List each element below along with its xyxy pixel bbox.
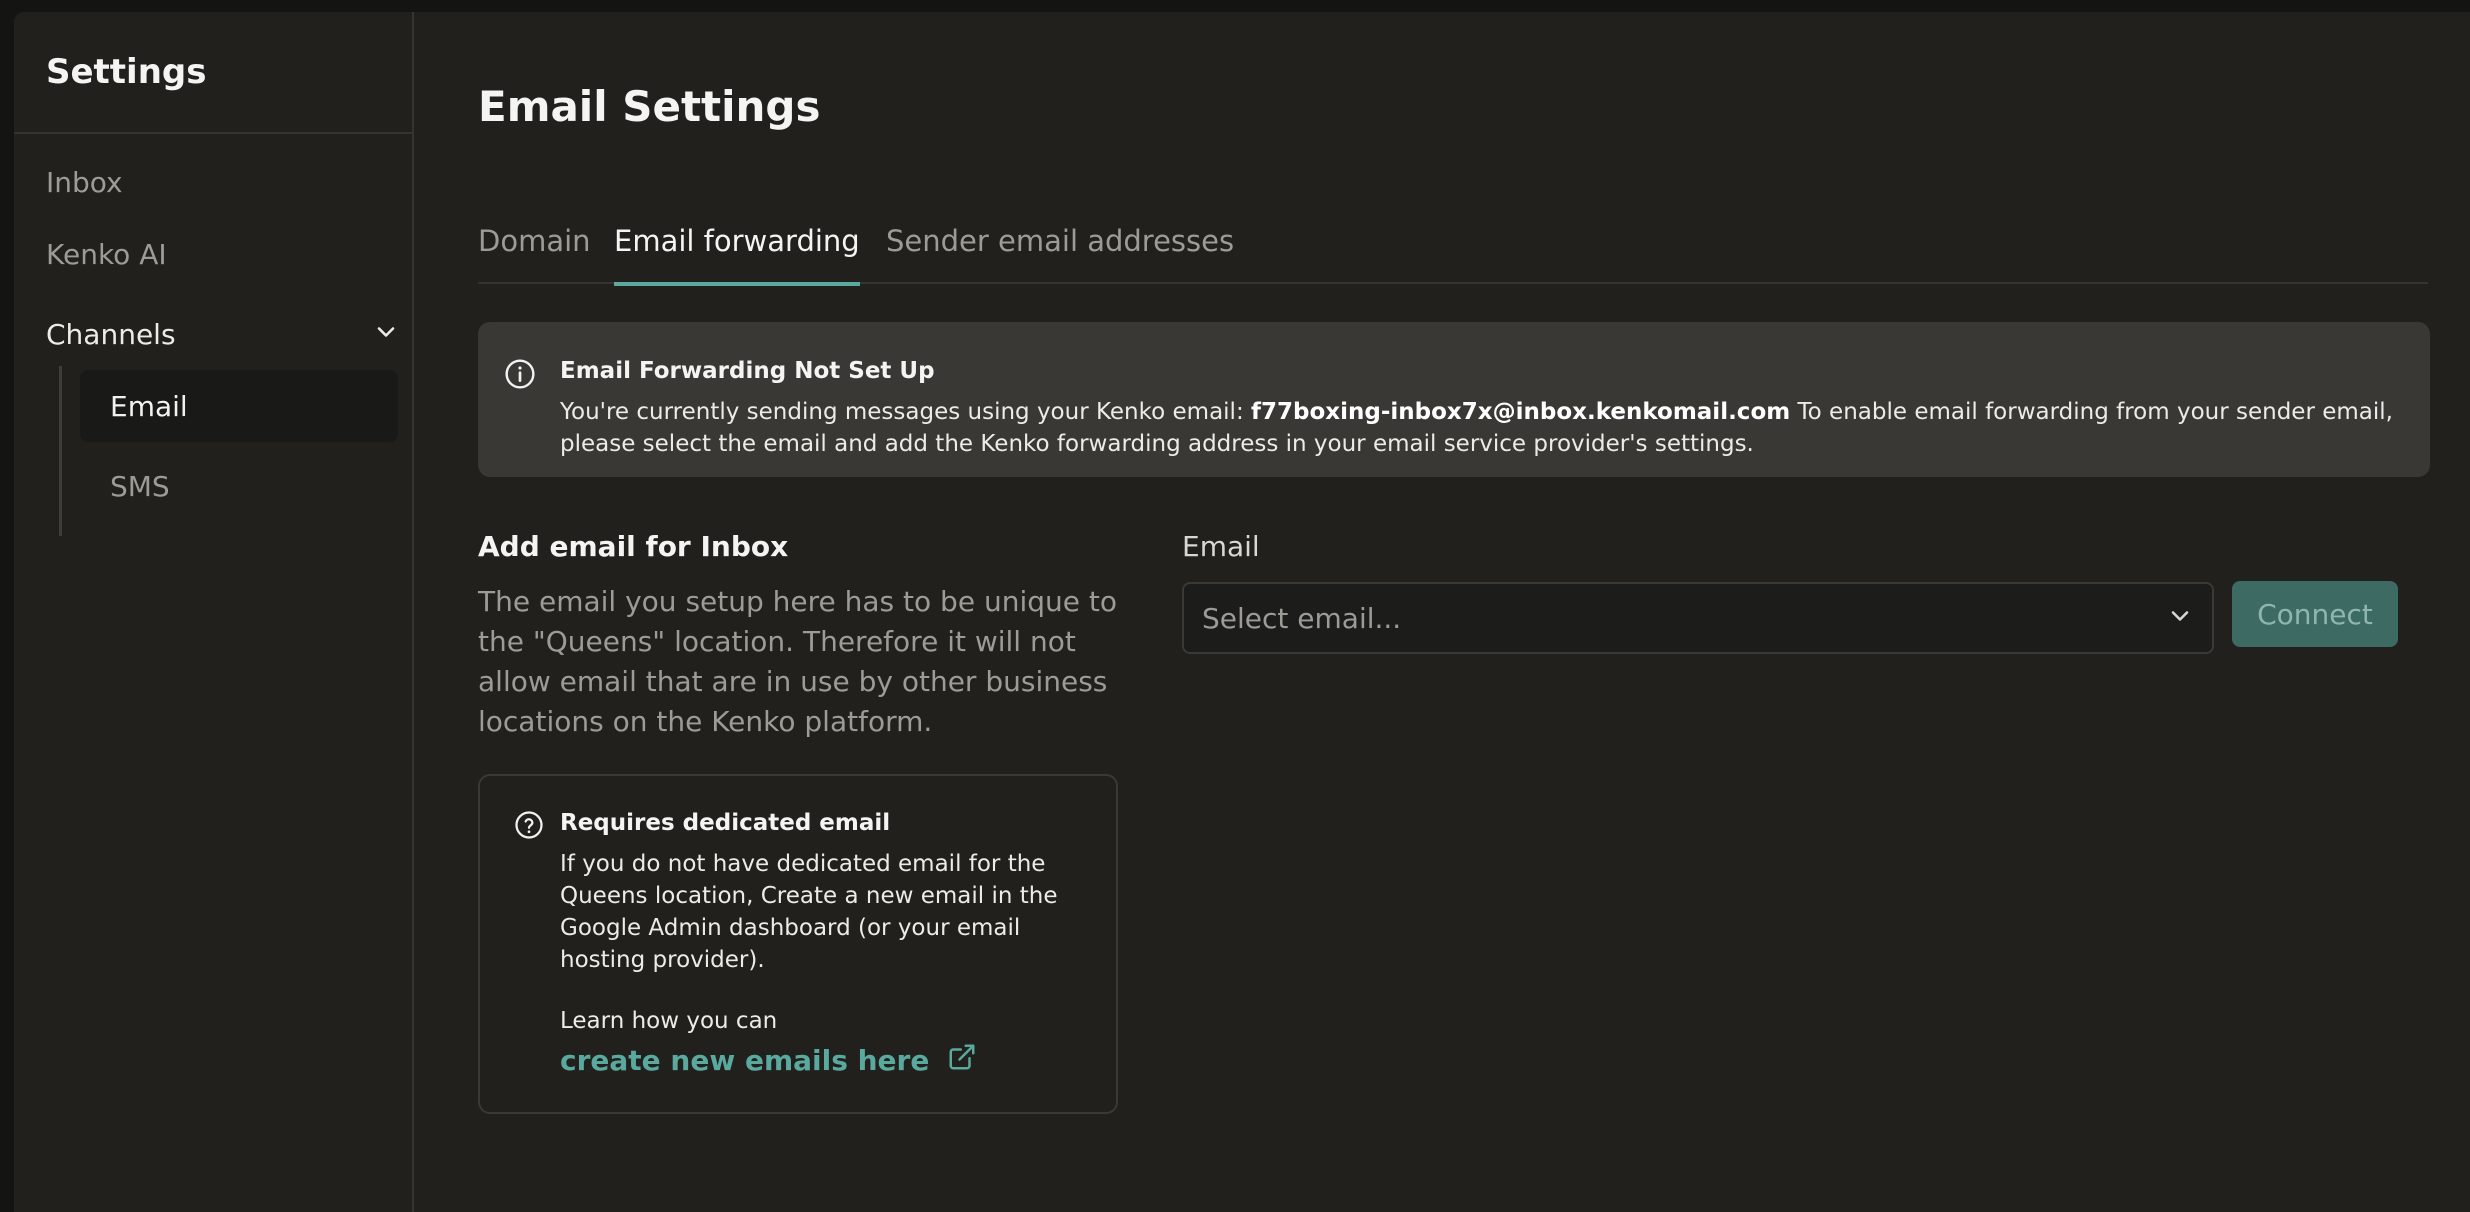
kenko-email-address: f77boxing-inbox7x@inbox.kenkomail.com (1251, 399, 1791, 425)
section-title: Add email for Inbox (478, 530, 789, 563)
info-card-title: Requires dedicated email (560, 810, 891, 836)
sidebar-item-label: Channels (46, 317, 176, 351)
connect-button[interactable]: Connect (2232, 581, 2398, 647)
forwarding-alert: Email Forwarding Not Set Up You're curre… (478, 322, 2430, 477)
alert-body-prefix: You're currently sending messages using … (560, 399, 1252, 425)
alert-title: Email Forwarding Not Set Up (560, 358, 935, 384)
sidebar-title: Settings (46, 52, 207, 92)
sidebar-item-email[interactable]: Email (80, 370, 398, 442)
alert-body: You're currently sending messages using … (560, 396, 2410, 460)
sidebar-item-inbox[interactable]: Inbox (46, 166, 123, 199)
info-icon (504, 358, 536, 390)
sidebar-item-sms[interactable]: SMS (80, 450, 398, 522)
dedicated-email-card: Requires dedicated email If you do not h… (478, 774, 1118, 1114)
email-select-placeholder: Select email... (1202, 601, 1402, 635)
create-emails-link-label: create new emails here (560, 1044, 930, 1077)
chevron-down-icon (372, 318, 400, 350)
info-card-learn: Learn how you can (560, 1008, 778, 1034)
tab-domain[interactable]: Domain (478, 212, 591, 284)
subnav-line (59, 366, 62, 536)
tab-bar: Domain Email forwarding Sender email add… (478, 212, 2428, 286)
section-description: The email you setup here has to be uniqu… (478, 585, 1117, 738)
sidebar-divider (14, 132, 414, 134)
create-emails-link[interactable]: create new emails here (560, 1042, 977, 1079)
sidebar: Settings Inbox Kenko AI Channels Email S… (14, 12, 414, 1212)
help-icon (514, 810, 544, 840)
sidebar-item-channels[interactable]: Channels (46, 312, 400, 356)
external-link-icon (947, 1042, 977, 1079)
settings-window: Settings Inbox Kenko AI Channels Email S… (14, 12, 2470, 1212)
email-field-label: Email (1182, 530, 1260, 563)
tab-email-forwarding[interactable]: Email forwarding (614, 212, 860, 286)
page-title: Email Settings (478, 82, 821, 131)
email-select[interactable]: Select email... (1182, 582, 2214, 654)
chevron-down-icon (2166, 602, 2194, 634)
tab-sender-email-addresses[interactable]: Sender email addresses (886, 212, 1234, 284)
info-card-body: If you do not have dedicated email for t… (560, 851, 1058, 973)
sidebar-item-kenko-ai[interactable]: Kenko AI (46, 238, 167, 271)
